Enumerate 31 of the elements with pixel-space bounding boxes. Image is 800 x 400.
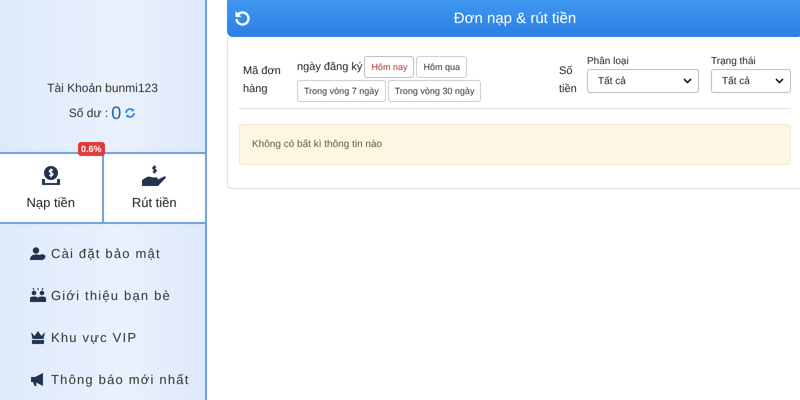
page-title: Đơn nạp & rút tiền bbox=[452, 10, 578, 27]
amount-label: Số tiền bbox=[559, 64, 578, 97]
refresh-icon[interactable] bbox=[124, 107, 136, 120]
menu-item[interactable]: Thông báo mới nhất bbox=[0, 358, 205, 400]
menu-item[interactable]: Cài đặt bảo mật bbox=[0, 232, 205, 274]
balance-value: 0 bbox=[111, 102, 122, 124]
chevron-icon bbox=[683, 78, 692, 84]
people-icon bbox=[30, 288, 46, 302]
crown-icon bbox=[30, 330, 46, 344]
menu-item[interactable]: Giới thiệu bạn bè bbox=[0, 274, 205, 316]
account-name: Tài Khoản bunmi123 bbox=[47, 80, 158, 95]
select-label: Phân loại bbox=[587, 56, 630, 67]
date-tab[interactable]: Trong vòng 30 ngày bbox=[388, 80, 482, 102]
hand-dollar-icon bbox=[141, 165, 168, 188]
chevron-icon bbox=[775, 78, 784, 84]
date-tab[interactable]: Trong vòng 7 ngày bbox=[297, 80, 386, 102]
megaphone-icon bbox=[30, 372, 46, 386]
order-label: Mã đơn hàng bbox=[243, 64, 282, 97]
date-label: ngày đăng ký bbox=[297, 61, 362, 73]
coin-tray-icon bbox=[40, 165, 62, 188]
balance-label: Số dư : bbox=[68, 106, 108, 120]
rate-badge: 0.6% bbox=[78, 142, 105, 156]
date-tab[interactable]: Hôm nay bbox=[364, 56, 414, 78]
undo-icon[interactable] bbox=[234, 10, 250, 26]
dropdown[interactable]: Tất cả bbox=[711, 69, 791, 93]
date-tab[interactable]: Hôm qua bbox=[416, 56, 467, 78]
menu-item[interactable]: Khu vực VIP bbox=[0, 316, 205, 358]
dropdown[interactable]: Tất cả bbox=[587, 69, 699, 93]
empty-message: Không có bất kì thông tin nào bbox=[252, 139, 382, 150]
select-label: Trạng thái bbox=[711, 56, 757, 67]
user-shield-icon bbox=[30, 246, 46, 260]
